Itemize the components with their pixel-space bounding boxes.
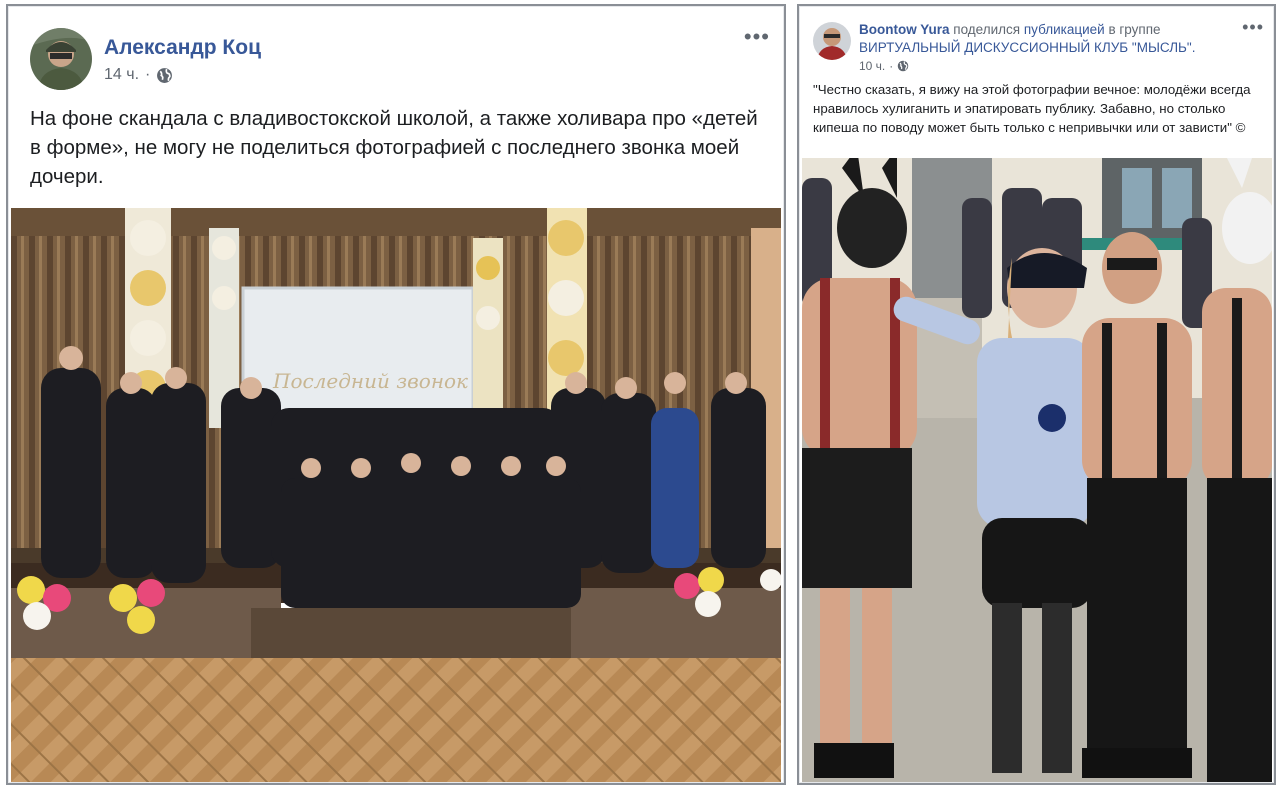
more-options-icon[interactable]: ••• [744, 26, 770, 48]
globe-icon [897, 60, 909, 72]
post-meta: 14 ч. · [104, 66, 173, 84]
globe-icon [156, 67, 173, 84]
meta-separator: · [889, 59, 894, 73]
group-link[interactable]: ВИРТУАЛЬНЫЙ ДИСКУССИОННЫЙ КЛУБ "МЫСЛЬ". [859, 40, 1195, 55]
author-name[interactable]: Boontow Yura [859, 22, 950, 37]
avatar[interactable] [813, 22, 851, 60]
post-photo[interactable]: Последний звонок [11, 208, 781, 782]
post-time[interactable]: 14 ч. [104, 66, 139, 84]
screen-caption: Последний звонок [272, 369, 468, 393]
post-photo[interactable] [802, 158, 1272, 782]
meta-separator: · [145, 66, 151, 83]
post-text: На фоне скандала с владивостокской школо… [30, 107, 758, 188]
avatar[interactable] [30, 28, 92, 90]
post-time[interactable]: 10 ч. [859, 59, 885, 73]
shared-post-link[interactable]: публикацией [1024, 22, 1105, 37]
post-right: Boontow Yura поделился публикацией в гру… [797, 4, 1276, 785]
author-name[interactable]: Александр Коц [104, 36, 261, 60]
post-header: Александр Коц 14 ч. · [30, 28, 730, 92]
share-line: Boontow Yura поделился публикацией в гру… [859, 22, 1161, 37]
in-group-label: в группе [1108, 22, 1161, 37]
post-meta: 10 ч. · [859, 59, 909, 73]
post-text: "Честно сказать, я вижу на этой фотограф… [813, 82, 1251, 135]
shared-word: поделился [953, 22, 1021, 37]
post-header: Boontow Yura поделился публикацией в гру… [813, 20, 1233, 76]
post-left: Александр Коц 14 ч. · ••• На фоне сканда… [6, 4, 786, 785]
more-options-icon[interactable]: ••• [1242, 18, 1264, 36]
